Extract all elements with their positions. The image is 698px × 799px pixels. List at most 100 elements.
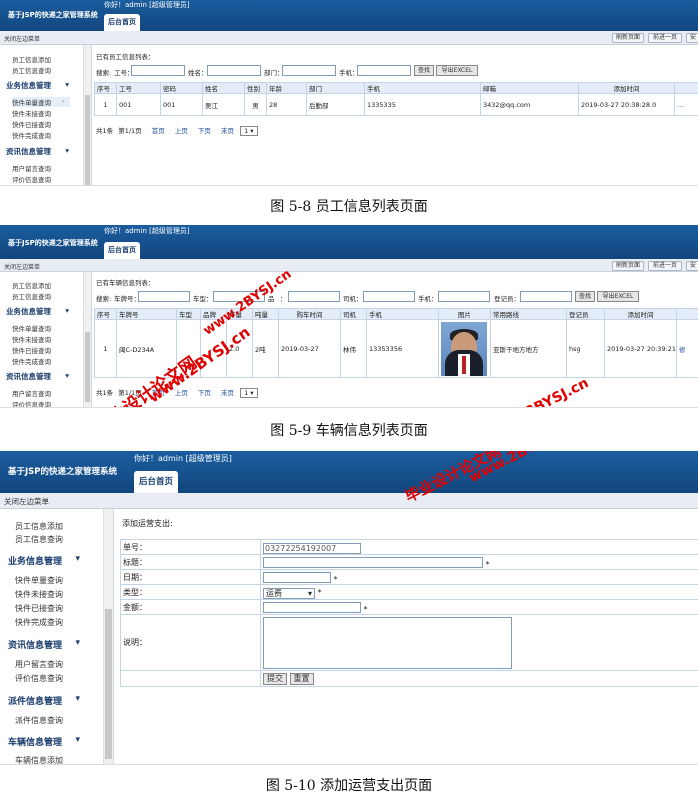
search-button[interactable]: 查找 <box>575 291 595 302</box>
sidebar-scrollbar[interactable] <box>83 272 91 407</box>
scrollbar-thumb[interactable] <box>85 332 90 402</box>
search-input-phone[interactable] <box>357 65 411 76</box>
search-input-phone[interactable] <box>438 291 490 302</box>
cell: 吴江 <box>202 93 245 116</box>
greeting-text: 你好！admin [超级管理员] <box>134 454 232 463</box>
table-header-row: 序号 工号 密码 姓名 性别 年龄 部门 手机 邮箱 添加时间 <box>94 82 698 94</box>
required-mark: * <box>333 574 338 584</box>
pager-select[interactable]: 1 ▾ <box>240 388 258 398</box>
sidebar-item-reviews[interactable]: 评价信息查询 <box>12 174 51 184</box>
sidebar-item-messages[interactable]: 用户留言查询 <box>12 163 51 173</box>
col-header: 工号 <box>116 82 161 94</box>
reset-button[interactable]: 重置 <box>289 672 314 685</box>
col-header: 性别 <box>244 82 267 94</box>
search-input-id[interactable] <box>131 65 185 76</box>
sidebar-item-parcel-unreceived[interactable]: 快件未接查询 <box>15 589 63 600</box>
pager-total: 共1条 <box>96 389 114 397</box>
list-title: 已有车辆信息列表： <box>96 279 155 287</box>
sidebar-group-business[interactable]: 业务信息管理 ▾ <box>6 80 69 91</box>
sidebar-group-news[interactable]: 资讯信息管理 ▾ <box>6 371 69 382</box>
sidebar-group-dispatch[interactable]: 派件信息管理 ▾ <box>8 694 80 707</box>
sidebar-group-news[interactable]: 资讯信息管理 ▾ <box>8 638 80 651</box>
sidebar-item-parcel-count[interactable]: 快件单量查询 <box>12 323 51 333</box>
sidebar-item-parcel-received[interactable]: 快件已接查询 <box>15 603 63 614</box>
more-button[interactable]: 安 <box>686 261 698 271</box>
search-label-phone: 手机： <box>339 69 359 77</box>
sidebar-item-parcel-unreceived[interactable]: 快件未接查询 <box>12 334 51 344</box>
sidebar-item-employee-query[interactable]: 员工信息查询 <box>12 291 51 301</box>
date-input[interactable] <box>263 571 331 583</box>
pager-first[interactable]: 首页 <box>152 127 165 135</box>
greeting-text: 你好！admin [超级管理员] <box>104 227 190 235</box>
main-content: 添加运营支出: 单号： 03272254192007 标题： * 日期： * 类… <box>116 509 698 764</box>
export-excel-button[interactable]: 导出EXCEL <box>597 291 639 302</box>
pager-last[interactable]: 末页 <box>221 389 234 397</box>
tab-home[interactable]: 后台首页 <box>104 14 140 31</box>
sidebar-item-parcel-count[interactable]: 快件单量查询 <box>15 575 63 586</box>
pager-prev[interactable]: 上页 <box>175 127 188 135</box>
sidebar-item-messages[interactable]: 用户留言查询 <box>15 659 63 670</box>
sidebar-item-parcel-received[interactable]: 快件已接查询 <box>12 345 51 355</box>
sidebar-group-news[interactable]: 资讯信息管理 ▾ <box>6 146 69 157</box>
sidebar-item-parcel-count[interactable]: 快件单量查询 › <box>12 97 70 107</box>
sidebar-scrollbar[interactable] <box>83 45 91 185</box>
search-input-dept[interactable] <box>282 65 336 76</box>
submit-button[interactable]: 提交 <box>263 672 287 685</box>
row-action-link[interactable]: … <box>674 93 698 116</box>
more-button[interactable]: 安 <box>686 33 698 43</box>
search-input-brand[interactable] <box>288 291 340 302</box>
cell: 2019-03-27 20:39:21.0 <box>604 319 677 378</box>
refresh-button[interactable]: 刷新页面 <box>612 33 644 43</box>
type-select[interactable]: 运费 ▾ <box>263 587 315 599</box>
list-title: 已有员工信息列表： <box>96 53 155 61</box>
sidebar-item-employee-add[interactable]: 员工信息添加 <box>12 280 51 290</box>
sidebar-item-parcel-done[interactable]: 快件完成查询 <box>12 130 51 140</box>
desc-textarea[interactable] <box>263 616 512 669</box>
pager-select[interactable]: 1 ▾ <box>240 126 258 136</box>
sidebar-group-vehicle[interactable]: 车辆信息管理 ▾ <box>8 735 80 748</box>
sidebar-item-dispatch-query[interactable]: 派件信息查询 <box>15 715 63 726</box>
close-menu-link[interactable]: 关闭左边菜单 <box>4 34 40 43</box>
sidebar-item-parcel-unreceived[interactable]: 快件未接查询 <box>12 108 51 118</box>
row-action-link[interactable]: 修 <box>676 319 698 378</box>
sidebar-item-parcel-received[interactable]: 快件已接查询 <box>12 119 51 129</box>
number-input[interactable]: 03272254192007 <box>263 542 361 554</box>
sidebar-group-business[interactable]: 业务信息管理 ▾ <box>8 554 80 567</box>
search-input-name[interactable] <box>207 65 261 76</box>
close-menu-link[interactable]: 关闭左边菜单 <box>4 262 40 271</box>
sidebar-item-employee-query[interactable]: 员工信息查询 <box>15 534 63 545</box>
pager-last[interactable]: 末页 <box>221 127 234 135</box>
sidebar-item-employee-query[interactable]: 员工信息查询 <box>12 65 51 75</box>
sidebar-item-messages[interactable]: 用户留言查询 <box>12 388 51 398</box>
sidebar-item-vehicle-add[interactable]: 车辆信息添加 <box>15 755 63 764</box>
tab-home[interactable]: 后台首页 <box>134 471 178 493</box>
search-input-registrar[interactable] <box>520 291 572 302</box>
tab-home[interactable]: 后台首页 <box>104 242 140 259</box>
cell: 28 <box>266 93 307 116</box>
export-excel-button[interactable]: 导出EXCEL <box>436 65 478 76</box>
pager-next[interactable]: 下页 <box>198 389 211 397</box>
sidebar-item-reviews[interactable]: 评价信息查询 <box>12 399 51 407</box>
forward-button[interactable]: 前进一页 <box>648 33 682 43</box>
sidebar-scrollbar[interactable] <box>103 509 113 764</box>
sidebar-item-parcel-done[interactable]: 快件完成查询 <box>15 617 63 628</box>
pager-next[interactable]: 下页 <box>198 127 211 135</box>
sidebar-item-reviews[interactable]: 评价信息查询 <box>15 673 63 684</box>
search-button[interactable]: 查找 <box>414 65 434 76</box>
sidebar-item-employee-add[interactable]: 员工信息添加 <box>15 521 63 532</box>
label-number: 单号： <box>120 539 261 555</box>
sidebar-item-employee-add[interactable]: 员工信息添加 <box>12 54 51 64</box>
refresh-button[interactable]: 刷新页面 <box>612 261 644 271</box>
sidebar-item-parcel-done[interactable]: 快件完成查询 <box>12 356 51 366</box>
scrollbar-thumb[interactable] <box>105 609 112 759</box>
close-menu-link[interactable]: 关闭左边菜单 <box>4 496 49 507</box>
title-input[interactable] <box>263 556 483 568</box>
col-header: 年龄 <box>266 82 307 94</box>
label-desc: 说明： <box>120 614 261 671</box>
scrollbar-thumb[interactable] <box>85 95 90 185</box>
search-input-driver[interactable] <box>363 291 415 302</box>
search-input-plate[interactable] <box>138 291 190 302</box>
sidebar-group-business[interactable]: 业务信息管理 ▾ <box>6 306 69 317</box>
amount-input[interactable] <box>263 601 361 613</box>
forward-button[interactable]: 前进一页 <box>648 261 682 271</box>
